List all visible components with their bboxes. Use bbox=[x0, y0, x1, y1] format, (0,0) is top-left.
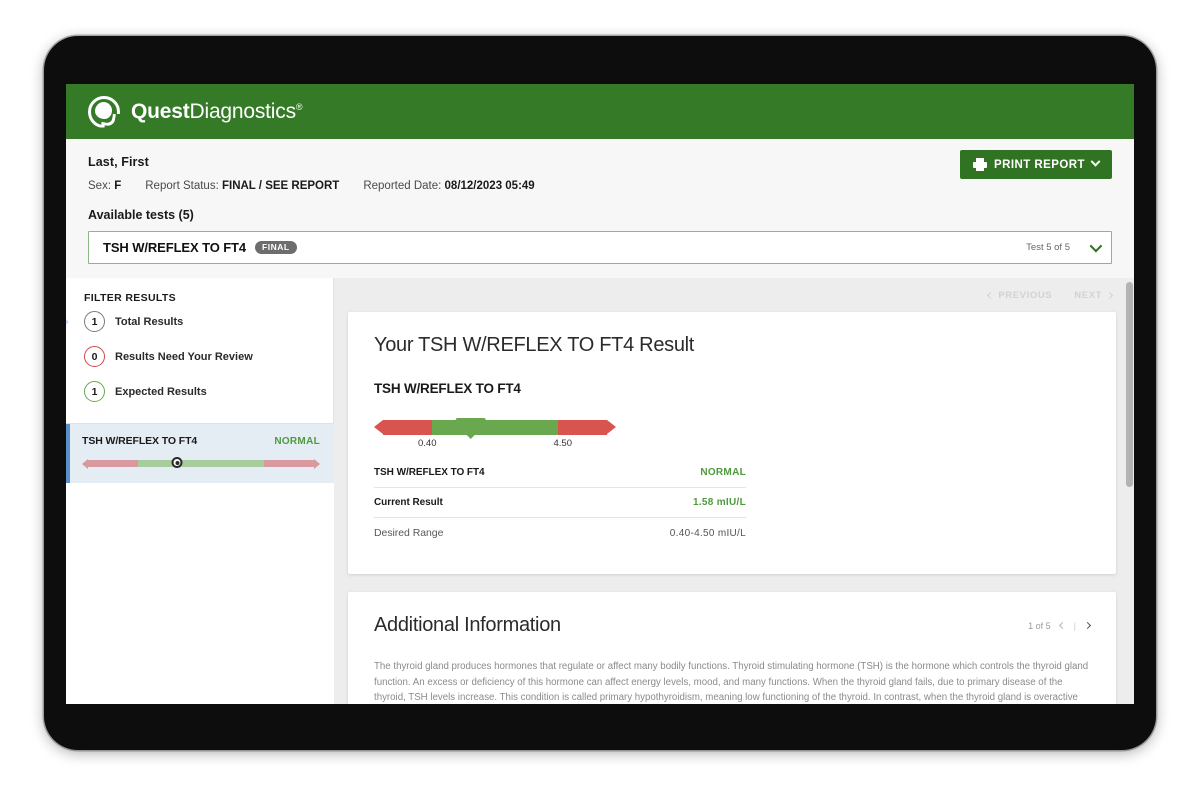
test-accordion-row[interactable]: TSH W/REFLEX TO FT4 FINAL Test 5 of 5 bbox=[88, 231, 1112, 264]
row-value: 1.58 mIU/L bbox=[692, 497, 746, 508]
additional-information-body: The thyroid gland produces hormones that… bbox=[374, 661, 1089, 704]
test-counter: Test 5 of 5 bbox=[1026, 242, 1070, 253]
next-label: NEXT bbox=[1074, 289, 1102, 301]
reported-date: Reported Date: 08/12/2023 05:49 bbox=[363, 180, 534, 192]
brand-header: QuestDiagnostics® bbox=[66, 84, 1134, 139]
sidebar-filter-total-results[interactable]: 1 Total Results bbox=[66, 304, 333, 339]
brand-trademark: ® bbox=[295, 101, 303, 112]
chevron-down-icon bbox=[1090, 156, 1101, 167]
previous-link[interactable]: PREVIOUS bbox=[987, 289, 1053, 301]
table-row: TSH W/REFLEX TO FT4 NORMAL bbox=[374, 458, 746, 488]
gauge-ticks: 0.40 4.50 bbox=[374, 438, 616, 452]
brand-name-bold: Quest bbox=[131, 99, 190, 123]
scrollbar-thumb[interactable] bbox=[1126, 282, 1133, 487]
print-report-button[interactable]: PRINT REPORT bbox=[959, 150, 1112, 179]
filter-label: Results Need Your Review bbox=[115, 350, 253, 363]
patient-bar: Last, First Sex: F Report Status: FINAL … bbox=[66, 139, 1134, 198]
patient-meta: Sex: F Report Status: FINAL / SEE REPORT… bbox=[88, 180, 1112, 192]
chevron-right-icon[interactable] bbox=[1083, 621, 1092, 630]
next-link[interactable]: NEXT bbox=[1074, 289, 1114, 301]
content-scrollbar[interactable] bbox=[1125, 278, 1134, 704]
table-row: Desired Range 0.40-4.50 mIU/L bbox=[374, 518, 746, 548]
sidebar-result-status: NORMAL bbox=[274, 435, 320, 447]
report-status-label: Report Status: bbox=[145, 180, 219, 192]
filter-count-badge: 1 bbox=[84, 311, 105, 332]
gauge-segment-high bbox=[557, 420, 607, 435]
result-test-name: TSH W/REFLEX TO FT4 bbox=[374, 381, 521, 396]
previous-label: PREVIOUS bbox=[998, 289, 1053, 301]
patient-sex-value: F bbox=[114, 180, 122, 192]
active-filter-arrow-icon bbox=[66, 312, 69, 331]
device-screen: QuestDiagnostics® Last, First Sex: F Rep… bbox=[66, 84, 1134, 704]
test-status-badge: FINAL bbox=[255, 240, 297, 255]
gauge-tick-low: 0.40 bbox=[417, 438, 437, 449]
content-pagination: PREVIOUS NEXT bbox=[348, 278, 1116, 312]
filter-count-badge: 0 bbox=[84, 346, 105, 367]
printer-icon bbox=[972, 158, 987, 171]
result-card: Your TSH W/REFLEX TO FT4 Result TSH W/RE… bbox=[348, 312, 1116, 574]
patient-name: Last, First bbox=[88, 155, 149, 169]
patient-sex: Sex: F bbox=[88, 180, 121, 192]
pager-count: 1 of 5 bbox=[1028, 620, 1051, 631]
print-report-label: PRINT REPORT bbox=[993, 158, 1085, 171]
gauge-bar bbox=[374, 420, 616, 435]
chevron-left-icon[interactable] bbox=[1058, 621, 1066, 630]
gauge-right-cap bbox=[607, 420, 616, 434]
row-value: NORMAL bbox=[700, 467, 746, 478]
sidebar-result-name: TSH W/REFLEX TO FT4 bbox=[82, 435, 198, 447]
additional-information-pager: 1 of 5 | bbox=[1028, 620, 1092, 631]
reported-date-label: Reported Date: bbox=[363, 180, 442, 192]
sidebar-filter-expected-results[interactable]: 1 Expected Results bbox=[66, 374, 333, 409]
result-table: TSH W/REFLEX TO FT4 NORMAL Current Resul… bbox=[374, 458, 746, 548]
report-status-value: FINAL / SEE REPORT bbox=[221, 180, 340, 192]
sidebar-result-head: TSH W/REFLEX TO FT4 NORMAL bbox=[82, 435, 320, 447]
row-label: TSH W/REFLEX TO FT4 bbox=[374, 467, 485, 478]
gauge-left-cap bbox=[374, 420, 383, 434]
range-gauge: 1.58 0.40 4.50 bbox=[374, 418, 616, 452]
gauge-segment-low bbox=[383, 420, 433, 435]
row-label: Desired Range bbox=[374, 527, 444, 539]
available-tests-label: Available tests (5) bbox=[66, 198, 1134, 222]
body-split: FILTER RESULTS 1 Total Results 0 Results… bbox=[66, 278, 1134, 704]
test-accordion-title: TSH W/REFLEX TO FT4 bbox=[103, 240, 247, 255]
filter-label: Total Results bbox=[115, 315, 184, 328]
chevron-down-icon[interactable] bbox=[1089, 239, 1103, 253]
gauge-tick-high: 4.50 bbox=[553, 438, 573, 449]
additional-information-card: Additional Information 1 of 5 | The thyr… bbox=[348, 592, 1116, 704]
row-label: Current Result bbox=[374, 497, 443, 508]
content-panel: PREVIOUS NEXT Your TSH W/REFLEX TO FT4 R… bbox=[334, 278, 1134, 704]
filter-count-badge: 1 bbox=[84, 381, 105, 402]
additional-information-title: Additional Information bbox=[374, 614, 561, 636]
test-accordion-wrap: TSH W/REFLEX TO FT4 FINAL Test 5 of 5 bbox=[66, 222, 1134, 278]
result-card-title: Your TSH W/REFLEX TO FT4 Result bbox=[374, 334, 695, 356]
sidebar: FILTER RESULTS 1 Total Results 0 Results… bbox=[66, 278, 334, 704]
sidebar-result-item[interactable]: TSH W/REFLEX TO FT4 NORMAL bbox=[66, 424, 334, 483]
filter-results-card: FILTER RESULTS 1 Total Results 0 Results… bbox=[66, 278, 334, 424]
sidebar-range-gauge bbox=[82, 457, 320, 469]
filter-label: Expected Results bbox=[115, 385, 207, 398]
additional-information-header: Additional Information 1 of 5 | bbox=[374, 614, 1092, 637]
filter-results-title: FILTER RESULTS bbox=[84, 292, 177, 304]
report-status: Report Status: FINAL / SEE REPORT bbox=[145, 180, 339, 192]
reported-date-value: 08/12/2023 05:49 bbox=[444, 180, 535, 192]
chevron-right-icon bbox=[1105, 291, 1114, 299]
brand-name-light: Diagnostics bbox=[189, 99, 297, 123]
brand-wordmark: QuestDiagnostics® bbox=[131, 99, 303, 124]
sidebar-gauge-marker bbox=[171, 457, 183, 468]
gauge-segment-normal bbox=[432, 420, 558, 435]
tablet-device-frame: QuestDiagnostics® Last, First Sex: F Rep… bbox=[44, 36, 1156, 750]
chevron-left-icon bbox=[987, 291, 995, 299]
row-value: 0.40-4.50 mIU/L bbox=[669, 527, 746, 539]
sidebar-filter-needs-review[interactable]: 0 Results Need Your Review bbox=[66, 339, 333, 374]
table-row: Current Result 1.58 mIU/L bbox=[374, 488, 746, 518]
pager-separator: | bbox=[1073, 620, 1076, 631]
quest-logo-icon bbox=[88, 95, 120, 128]
patient-sex-label: Sex: bbox=[88, 180, 112, 192]
